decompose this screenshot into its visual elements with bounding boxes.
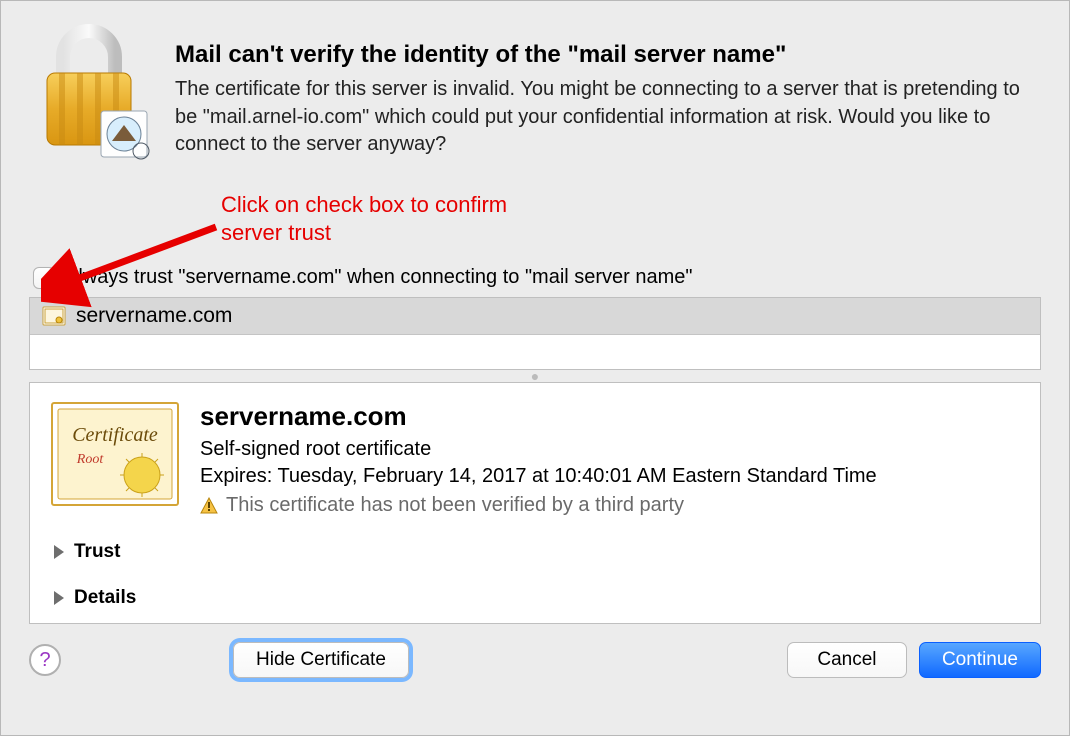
resize-grip-icon[interactable]: ● [29, 370, 1041, 382]
always-trust-checkbox[interactable] [33, 267, 55, 289]
details-section-toggle[interactable]: Details [54, 587, 1020, 609]
always-trust-row: Always trust "servername.com" when conne… [33, 266, 1041, 289]
message-column: Mail can't verify the identity of the "m… [175, 21, 1041, 159]
dialog-header: Mail can't verify the identity of the "m… [29, 21, 1041, 166]
continue-label: Continue [942, 649, 1018, 671]
continue-button[interactable]: Continue [919, 642, 1041, 678]
svg-text:Root: Root [76, 452, 105, 467]
hide-certificate-button[interactable]: Hide Certificate [233, 642, 409, 678]
certificate-trust-dialog: Mail can't verify the identity of the "m… [0, 0, 1070, 736]
dialog-title: Mail can't verify the identity of the "m… [175, 39, 1041, 70]
dialog-footer: ? Hide Certificate Cancel Continue [29, 642, 1041, 678]
warning-icon [200, 497, 218, 515]
always-trust-label: Always trust "servername.com" when conne… [65, 266, 693, 289]
certificate-list-item-name: servername.com [76, 304, 232, 328]
annotation-line2: server trust [221, 220, 331, 245]
trust-section-label: Trust [74, 541, 120, 563]
cancel-label: Cancel [817, 649, 876, 671]
certificate-warning: This certificate has not been verified b… [200, 494, 1020, 517]
cancel-button[interactable]: Cancel [787, 642, 907, 678]
certificate-detail-texts: servername.com Self-signed root certific… [200, 401, 1020, 517]
annotation-text: Click on check box to confirm server tru… [221, 191, 507, 246]
certificate-list: servername.com [29, 297, 1041, 370]
certificate-kind: Self-signed root certificate [200, 438, 1020, 461]
dialog-body: The certificate for this server is inval… [175, 76, 1041, 159]
disclosure-triangle-icon [54, 545, 64, 559]
certificate-icon [42, 304, 66, 328]
details-section-label: Details [74, 587, 136, 609]
certificate-list-blank-row [30, 335, 1040, 369]
certificate-expires: Expires: Tuesday, February 14, 2017 at 1… [200, 465, 1020, 488]
certificate-warning-text: This certificate has not been verified b… [226, 494, 684, 517]
hide-certificate-label: Hide Certificate [256, 649, 386, 671]
trust-section-toggle[interactable]: Trust [54, 541, 1020, 563]
lock-mail-icon [29, 21, 151, 161]
certificate-detail-pane: Certificate Root servername.com Self-sig… [29, 382, 1041, 624]
annotation-line1: Click on check box to confirm [221, 192, 507, 217]
certificate-name: servername.com [200, 401, 1020, 432]
certificate-detail-top: Certificate Root servername.com Self-sig… [50, 401, 1020, 517]
certificate-list-item[interactable]: servername.com [30, 298, 1040, 335]
lock-column [29, 21, 151, 166]
svg-text:Certificate: Certificate [72, 424, 158, 446]
help-icon: ? [39, 649, 50, 672]
certificate-badge-icon: Certificate Root [50, 401, 180, 507]
disclosure-triangle-icon [54, 591, 64, 605]
help-button[interactable]: ? [29, 644, 61, 676]
